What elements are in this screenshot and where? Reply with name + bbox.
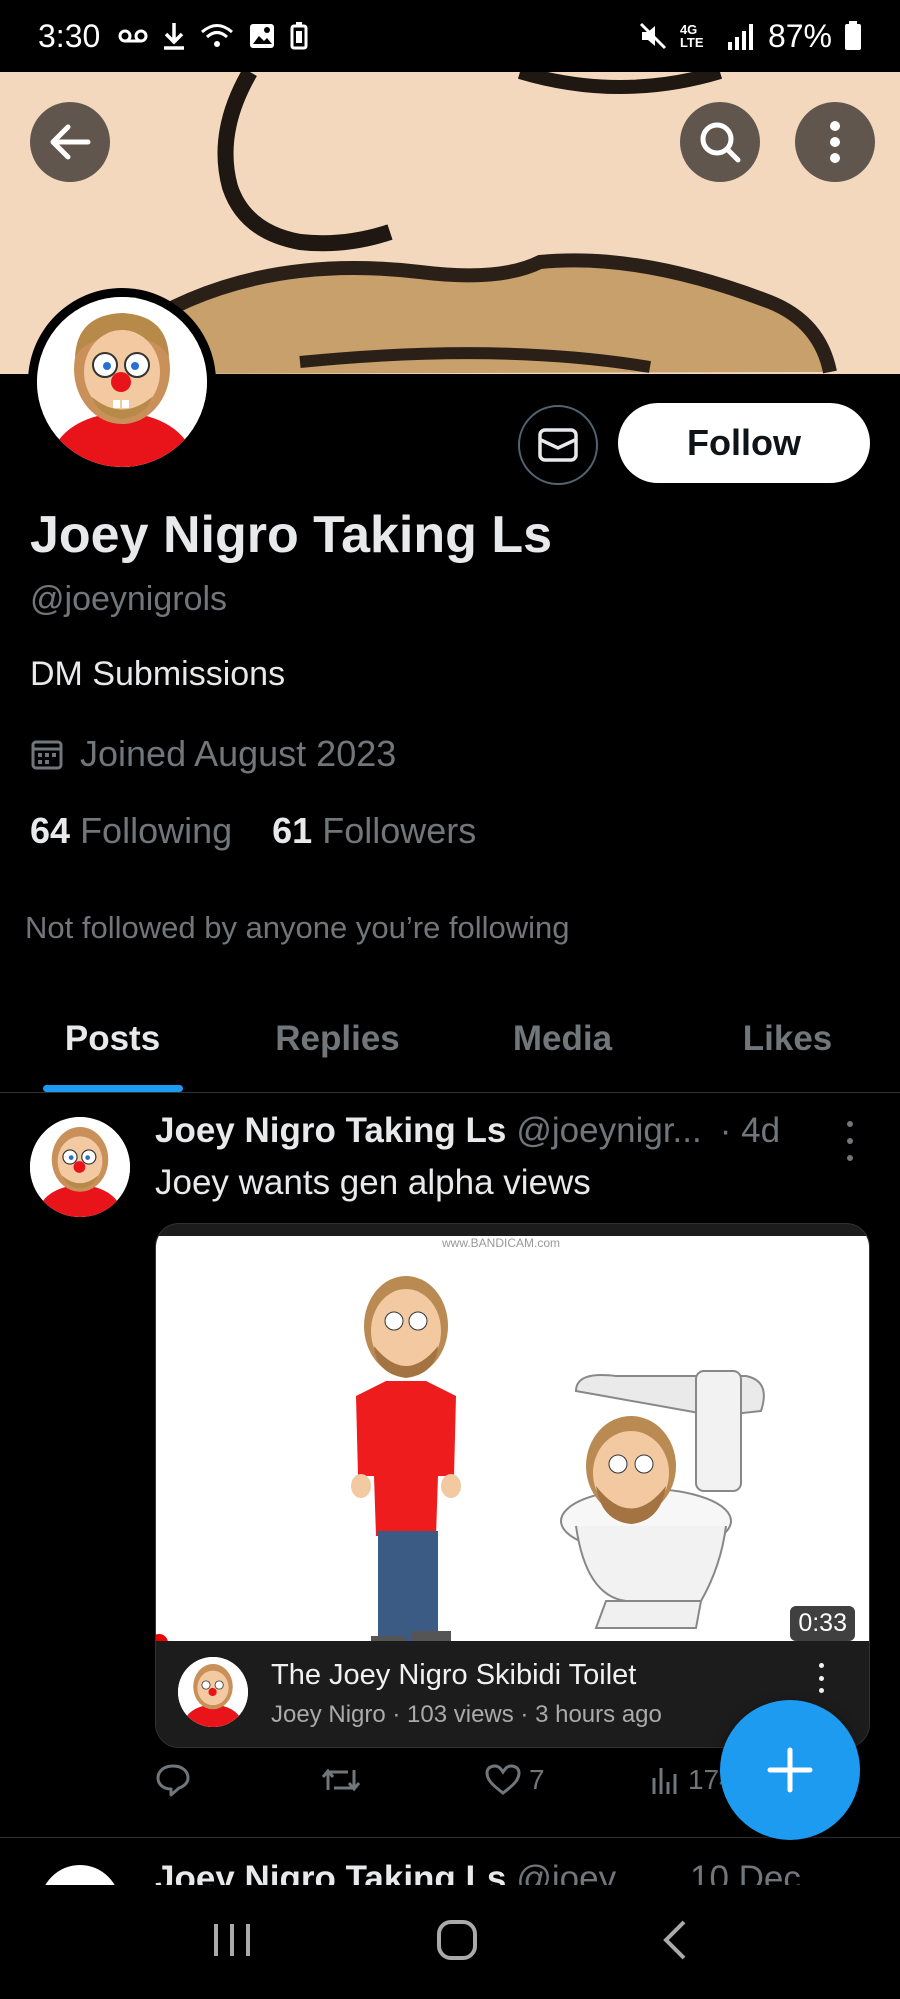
post-media-video[interactable]: www.BANDICAM.com 0:33 The Joey Nigro Ski…: [155, 1223, 870, 1748]
post-more-icon[interactable]: [840, 1121, 860, 1161]
home-button[interactable]: [435, 1918, 479, 1967]
profile-handle: @joeynigrols: [30, 580, 228, 618]
next-post-handle: @joey...: [516, 1859, 643, 1885]
followers-count: 61: [272, 810, 313, 851]
signal-icon: [727, 24, 753, 50]
not-followed-notice: Not followed by anyone you’re following: [25, 910, 570, 945]
battery-icon: [845, 21, 861, 50]
followers-label: Followers: [322, 810, 477, 851]
tab-label: Media: [512, 1018, 613, 1058]
more-vertical-icon: [830, 121, 840, 163]
followers-link[interactable]: 61 Followers: [272, 810, 476, 852]
compose-post-button[interactable]: [720, 1700, 860, 1840]
repost-button[interactable]: [320, 1764, 485, 1796]
tab-media[interactable]: Media: [450, 985, 675, 1092]
tab-label: Posts: [64, 1018, 161, 1058]
reply-button[interactable]: [155, 1763, 320, 1797]
profile-tabs: Posts Replies Media Likes: [0, 985, 900, 1093]
arrow-left-icon: [50, 124, 91, 160]
tab-label: Replies: [275, 1018, 400, 1058]
video-thumbnail-image: [351, 1276, 765, 1641]
network-type-label: 4G LTE: [679, 22, 704, 50]
post-actions: 7 174: [155, 1763, 775, 1797]
post-author-name[interactable]: Joey Nigro Taking Ls: [155, 1111, 506, 1151]
tab-posts[interactable]: Posts: [0, 985, 225, 1092]
status-left-icons: [118, 21, 308, 51]
recent-apps-icon: [214, 1923, 251, 1956]
like-count: 7: [529, 1764, 545, 1795]
gallery-icon: [250, 24, 275, 48]
wifi-icon: [201, 24, 234, 47]
search-button[interactable]: [680, 102, 760, 182]
plus-icon: [767, 1747, 813, 1793]
status-bar: 3:30 4G LTE 87%: [0, 0, 900, 72]
download-icon: [164, 23, 185, 50]
post-header: Joey Nigro Taking Ls @joeynigr... · 4d: [155, 1111, 855, 1151]
post-avatar[interactable]: [30, 1117, 130, 1217]
tab-label: Likes: [742, 1018, 833, 1058]
video-meta: Joey Nigro · 103 views · 3 hours ago: [271, 1701, 662, 1728]
avatar-image: [178, 1657, 248, 1727]
following-link[interactable]: 64 Following: [30, 810, 232, 852]
video-thumbnail[interactable]: www.BANDICAM.com 0:33: [156, 1236, 869, 1641]
post-text: Joey wants gen alpha views: [155, 1163, 591, 1202]
back-button[interactable]: [30, 102, 110, 182]
following-label: Following: [80, 810, 233, 851]
system-back-button[interactable]: [660, 1918, 690, 1967]
post-avatar[interactable]: [40, 1865, 120, 1885]
video-duration: 0:33: [790, 1606, 855, 1641]
avatar-image: [37, 297, 207, 467]
profile-avatar[interactable]: [28, 288, 216, 476]
battery-percent: 87%: [767, 17, 832, 54]
avatar-image: [30, 1117, 130, 1217]
system-nav-bar: [0, 1885, 900, 1999]
recent-apps-button[interactable]: [210, 1920, 254, 1965]
mute-icon: [639, 22, 667, 50]
follow-button[interactable]: Follow: [618, 403, 870, 483]
joined-date: Joined August 2023: [30, 733, 396, 775]
post-timestamp[interactable]: · 4d: [720, 1111, 780, 1151]
search-icon: [700, 122, 741, 163]
message-button[interactable]: [518, 405, 598, 485]
tab-replies[interactable]: Replies: [225, 985, 450, 1092]
battery-saver-icon: [290, 22, 308, 50]
more-options-button[interactable]: [795, 102, 875, 182]
profile-name: Joey Nigro Taking Ls: [30, 506, 553, 564]
reply-icon: [156, 1764, 190, 1797]
chevron-left-icon: [662, 1920, 686, 1959]
next-post-time: 10 Dec: [690, 1859, 801, 1885]
post-author-name: Joey Nigro Taking Ls @joey...: [155, 1859, 643, 1885]
following-count: 64: [30, 810, 71, 851]
heart-icon: [485, 1764, 521, 1795]
status-time: 3:30: [38, 17, 101, 54]
post-author-handle[interactable]: @joeynigr...: [516, 1111, 701, 1151]
tab-likes[interactable]: Likes: [675, 985, 900, 1092]
video-title[interactable]: The Joey Nigro Skibidi Toilet: [271, 1659, 636, 1692]
home-icon: [436, 1919, 477, 1960]
next-post-preview[interactable]: Joey Nigro Taking Ls @joey... 10 Dec: [0, 1855, 900, 1885]
voicemail-icon: [118, 29, 148, 43]
status-right-icons: 4G LTE 87%: [638, 18, 862, 55]
joined-label: Joined August 2023: [80, 733, 397, 774]
follow-counts: 64 Following 61 Followers: [30, 810, 476, 852]
like-button[interactable]: 7: [485, 1764, 650, 1796]
repost-icon: [321, 1768, 361, 1792]
next-post-name: Joey Nigro Taking Ls: [155, 1859, 507, 1885]
video-more-icon[interactable]: [814, 1663, 828, 1693]
views-chart-icon: [652, 1768, 677, 1794]
channel-avatar[interactable]: [178, 1657, 248, 1727]
profile-bio: DM Submissions: [30, 655, 286, 693]
envelope-icon: [538, 428, 578, 462]
calendar-icon: [31, 740, 63, 770]
